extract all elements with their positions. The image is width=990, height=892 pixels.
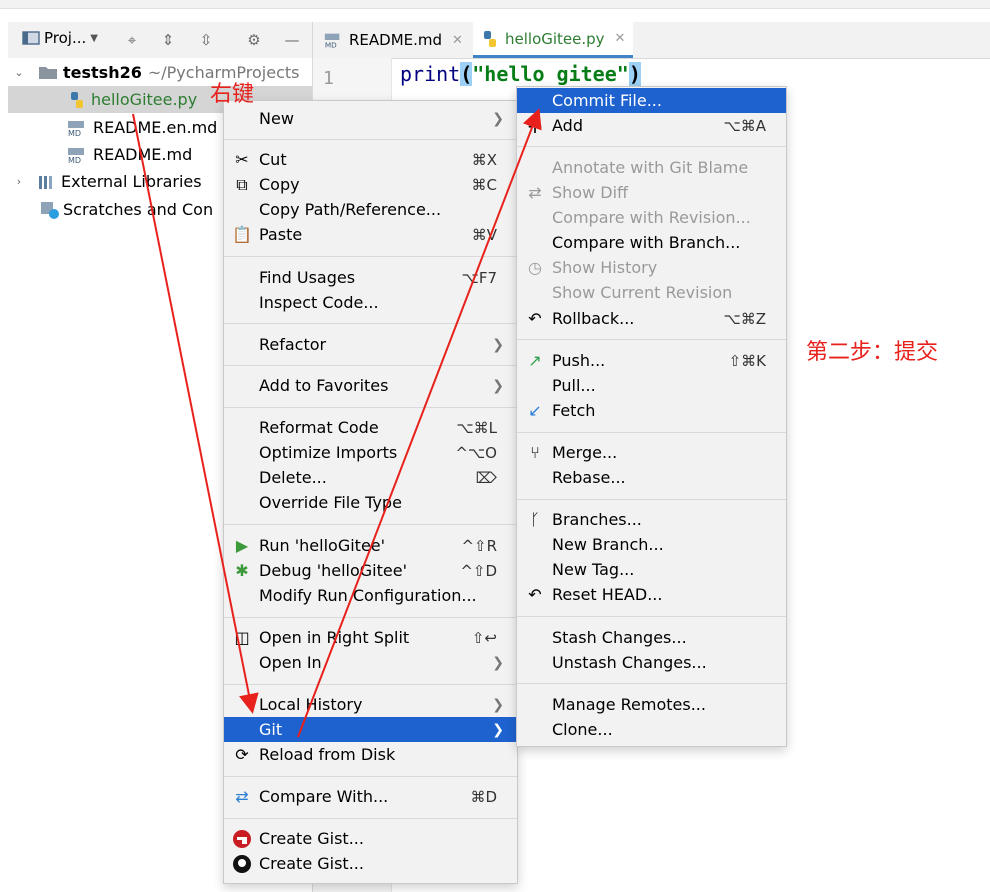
arrow-to-commit — [297, 108, 542, 738]
arrow-to-git — [132, 113, 259, 714]
annotation-arrows — [132, 108, 542, 738]
